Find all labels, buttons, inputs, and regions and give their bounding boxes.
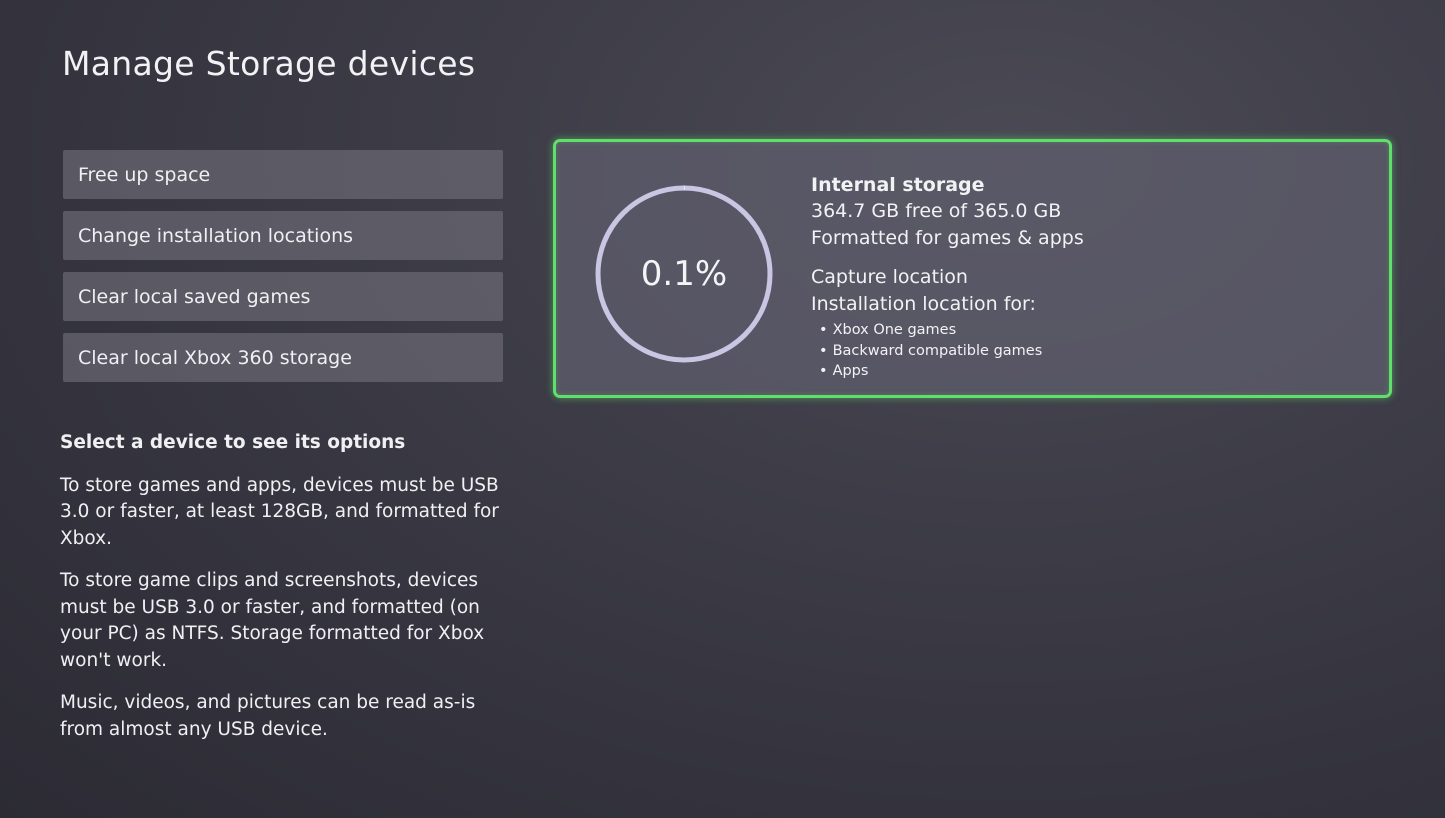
internal-storage-card[interactable]: 0.1% Internal storage 364.7 GB free of 3… bbox=[553, 139, 1392, 398]
info-heading: Select a device to see its options bbox=[60, 432, 406, 453]
format-text: Formatted for games & apps bbox=[811, 227, 1084, 249]
list-item: Backward compatible games bbox=[819, 341, 1371, 362]
info-paragraph-media: Music, videos, and pictures can be read … bbox=[60, 692, 476, 740]
installation-location-list: Xbox One games Backward compatible games… bbox=[811, 320, 1371, 382]
device-name: Internal storage bbox=[811, 174, 985, 196]
device-details: Internal storage 364.7 GB free of 365.0 … bbox=[811, 172, 1371, 382]
info-paragraph-games: To store games and apps, devices must be… bbox=[60, 474, 499, 549]
clear-local-saved-games-button[interactable]: Clear local saved games bbox=[63, 272, 503, 321]
usage-percent: 0.1% bbox=[640, 254, 728, 294]
info-paragraph-captures: To store game clips and screenshots, dev… bbox=[60, 570, 485, 671]
menu-item-label: Change installation locations bbox=[78, 224, 354, 247]
menu-item-label: Clear local saved games bbox=[78, 285, 311, 308]
menu-item-label: Clear local Xbox 360 storage bbox=[78, 346, 352, 369]
list-item: Apps bbox=[819, 361, 1371, 382]
free-space-text: 364.7 GB free of 365.0 GB bbox=[811, 200, 1062, 222]
free-up-space-button[interactable]: Free up space bbox=[63, 150, 503, 199]
storage-usage-ring: 0.1% bbox=[594, 184, 774, 364]
page-title: Manage Storage devices bbox=[62, 44, 476, 83]
device-info-panel: Select a device to see its options To st… bbox=[60, 430, 510, 759]
list-item: Xbox One games bbox=[819, 320, 1371, 341]
storage-options-menu: Free up space Change installation locati… bbox=[63, 150, 503, 394]
installation-location-heading: Installation location for: bbox=[811, 293, 1036, 315]
menu-item-label: Free up space bbox=[78, 163, 211, 186]
clear-local-xbox-360-storage-button[interactable]: Clear local Xbox 360 storage bbox=[63, 333, 503, 382]
capture-location-text: Capture location bbox=[811, 266, 968, 288]
change-installation-locations-button[interactable]: Change installation locations bbox=[63, 211, 503, 260]
